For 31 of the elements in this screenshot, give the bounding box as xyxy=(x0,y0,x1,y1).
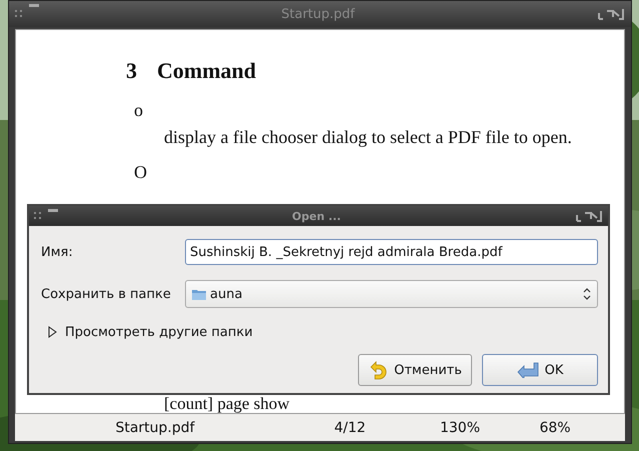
folder-icon xyxy=(192,288,206,300)
triangle-right-icon xyxy=(47,326,57,338)
enter-arrow-icon xyxy=(516,362,539,378)
minimize-icon[interactable] xyxy=(29,4,39,8)
page-counter: 4/12 xyxy=(334,420,366,436)
window-controls-icon[interactable] xyxy=(597,7,625,21)
command-key: O xyxy=(134,162,624,183)
section-heading: Command xyxy=(157,58,256,84)
window-title: Startup.pdf xyxy=(280,6,356,22)
cancel-button[interactable]: Отменить xyxy=(358,354,472,386)
name-label: Имя: xyxy=(41,244,74,260)
ok-button[interactable]: OK xyxy=(482,354,598,386)
zoom-level: 130% xyxy=(440,420,480,436)
command-key: o xyxy=(134,100,624,121)
section-number: 3 xyxy=(126,58,137,84)
undo-arrow-icon xyxy=(368,360,388,380)
up-down-chevron-icon xyxy=(583,287,591,301)
browse-folders-expander[interactable]: Просмотреть другие папки xyxy=(47,322,253,342)
file-name: Startup.pdf xyxy=(115,420,195,436)
grip-icon[interactable] xyxy=(34,212,42,220)
grip-icon[interactable] xyxy=(15,10,23,18)
dialog-title: Open ... xyxy=(291,210,342,222)
file-name-field[interactable]: Sushinskij B. _Sekretnyj rejd admirala Breda.pdf xyxy=(185,239,598,265)
minimize-icon[interactable] xyxy=(48,209,58,213)
folder-name: auna xyxy=(210,286,242,302)
window-controls-icon[interactable] xyxy=(575,209,603,223)
folder-label: Сохранить в папке xyxy=(41,286,172,302)
position-percent: 68% xyxy=(539,420,571,436)
folder-dropdown[interactable]: auna xyxy=(185,280,598,308)
command-description: [count] page show xyxy=(164,395,290,413)
command-description: display a file chooser dialog to select a PDF file to open. xyxy=(164,127,573,148)
